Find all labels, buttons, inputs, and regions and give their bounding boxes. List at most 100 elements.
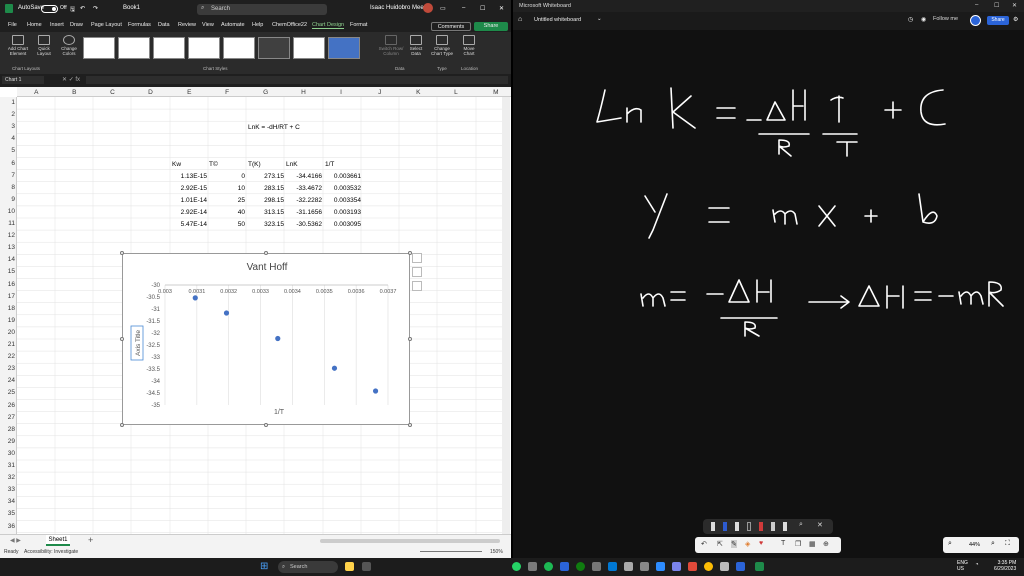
row-header-15[interactable]: 15 (0, 268, 15, 275)
chart-resize-handle[interactable] (264, 251, 268, 255)
row-header-22[interactable]: 22 (0, 353, 15, 360)
lasso-icon[interactable]: ⌕ (799, 521, 803, 529)
column-header-I[interactable]: I (340, 89, 342, 96)
search-box[interactable]: ⌕ Search (197, 4, 327, 15)
select-icon[interactable]: ⇱ (717, 540, 723, 548)
row-header-19[interactable]: 19 (0, 317, 15, 324)
row-header-12[interactable]: 12 (0, 232, 15, 239)
table-cell[interactable]: 25 (238, 197, 245, 204)
pen-gray[interactable] (771, 522, 775, 531)
zoom-slider[interactable] (420, 551, 482, 552)
table-cell[interactable]: 2.92E-15 (181, 185, 207, 192)
row-header-24[interactable]: 24 (0, 377, 15, 384)
app4-icon[interactable] (592, 562, 601, 571)
wb-share-button[interactable]: Share (987, 16, 1009, 25)
row-header-11[interactable]: 11 (0, 220, 15, 227)
app2-icon[interactable] (528, 562, 537, 571)
table-cell[interactable]: 40 (238, 209, 245, 216)
data-point[interactable] (275, 335, 281, 342)
row-header-27[interactable]: 27 (0, 414, 15, 421)
table-cell[interactable]: -30.5362 (296, 221, 322, 228)
wb-close-icon[interactable]: ✕ (1012, 2, 1017, 9)
app6-icon[interactable] (640, 562, 649, 571)
row-header-4[interactable]: 4 (0, 135, 15, 142)
close-tray-icon[interactable]: ✕ (817, 521, 823, 529)
chart-resize-handle[interactable] (408, 423, 412, 427)
whatsapp-icon[interactable] (512, 562, 521, 571)
name-box[interactable]: Chart 1 (2, 76, 44, 84)
change-chart-type-button[interactable]: Change Chart Type (429, 35, 455, 56)
row-header-20[interactable]: 20 (0, 329, 15, 336)
board-title[interactable]: Untitled whiteboard (534, 17, 581, 23)
pen-blue[interactable] (723, 522, 727, 531)
table-cell[interactable]: 0.003354 (334, 197, 361, 204)
column-header-H[interactable]: H (301, 89, 306, 96)
windows-start-icon[interactable]: ⊞ (260, 561, 268, 572)
chart-style-8[interactable] (328, 37, 360, 59)
row-header-36[interactable]: 36 (0, 523, 15, 530)
wifi-icon[interactable]: ◔ (975, 562, 979, 568)
row-header-35[interactable]: 35 (0, 510, 15, 517)
y-axis-title[interactable]: Axis Title (135, 330, 142, 356)
change-colors-button[interactable]: Change Colors (58, 35, 80, 56)
chart-resize-handle[interactable] (408, 337, 412, 341)
table-cell[interactable]: 5.47E-14 (181, 221, 207, 228)
comments-button[interactable]: Comments (431, 22, 471, 31)
maximize-icon[interactable]: ☐ (480, 5, 485, 12)
language-indicator[interactable]: ENG US (957, 560, 968, 572)
chart-styles-button[interactable] (412, 267, 422, 277)
table-cell[interactable]: -31.1656 (296, 209, 322, 216)
chart-resize-handle[interactable] (120, 337, 124, 341)
share-button[interactable]: Share (474, 22, 508, 31)
row-header-2[interactable]: 2 (0, 111, 15, 118)
chart-filters-button[interactable] (412, 281, 422, 291)
ink-canvas[interactable] (513, 30, 1024, 510)
table-cell[interactable]: -34.4166 (296, 173, 322, 180)
teams-icon[interactable] (672, 562, 681, 571)
tab-view[interactable]: View (202, 22, 214, 28)
chart-style-3[interactable] (153, 37, 185, 59)
avatar[interactable] (423, 3, 433, 13)
row-header-32[interactable]: 32 (0, 474, 15, 481)
add-sheet-icon[interactable]: + (88, 535, 93, 545)
table-cell[interactable]: 298.15 (264, 197, 284, 204)
column-header-K[interactable]: K (416, 89, 420, 96)
move-chart-button[interactable]: Move Chart (458, 35, 480, 56)
sheet-nav-icon[interactable]: ◀ ▶ (10, 537, 21, 544)
tab-format[interactable]: Format (350, 22, 367, 28)
row-header-8[interactable]: 8 (0, 184, 15, 191)
chart-style-7[interactable] (293, 37, 325, 59)
table-cell[interactable]: 50 (238, 221, 245, 228)
chart-elements-button[interactable] (412, 253, 422, 263)
xbox-icon[interactable] (576, 562, 585, 571)
table-cell[interactable]: 0.003193 (334, 209, 361, 216)
quick-layout-button[interactable]: Quick Layout (33, 35, 55, 56)
row-header-30[interactable]: 30 (0, 450, 15, 457)
wb-minimize-icon[interactable]: – (975, 2, 978, 8)
highlighter[interactable] (783, 522, 787, 531)
table-cell[interactable]: 0 (241, 173, 245, 180)
undo-wb-icon[interactable]: ↶ (701, 540, 707, 548)
row-header-10[interactable]: 10 (0, 208, 15, 215)
data-point[interactable] (223, 310, 230, 316)
pen-tool-icon[interactable]: ✎ (731, 540, 737, 548)
table-cell[interactable]: 313.15 (264, 209, 284, 216)
tab-chemoffice22[interactable]: ChemOffice22 (272, 22, 307, 28)
column-header-B[interactable]: B (72, 89, 76, 96)
reaction-icon[interactable]: ♥ (759, 540, 763, 547)
chart-style-2[interactable] (118, 37, 150, 59)
table-cell[interactable]: 2.92E-14 (181, 209, 207, 216)
chart-resize-handle[interactable] (264, 423, 268, 427)
row-header-23[interactable]: 23 (0, 365, 15, 372)
close-icon[interactable]: ✕ (499, 5, 504, 12)
column-header-C[interactable]: C (110, 89, 115, 96)
pen-black[interactable] (747, 522, 751, 531)
zoom-app-icon[interactable] (656, 562, 665, 571)
pen-white[interactable] (711, 522, 715, 531)
table-cell[interactable]: -33.4672 (296, 185, 322, 192)
table-header[interactable]: Kw (172, 161, 181, 168)
tab-data[interactable]: Data (158, 22, 170, 28)
whiteboard-app-icon[interactable] (736, 562, 745, 571)
select-data-button[interactable]: Select Data (406, 35, 426, 56)
wb-maximize-icon[interactable]: ☐ (994, 2, 999, 9)
